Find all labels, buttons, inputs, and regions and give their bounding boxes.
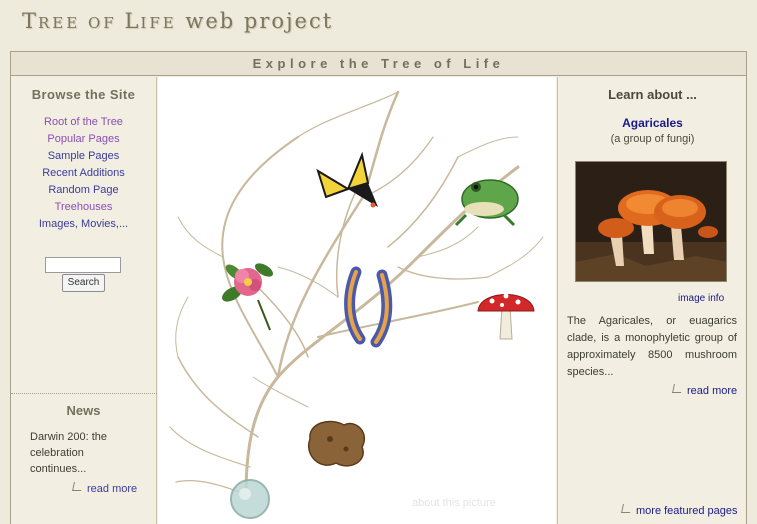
featured-read-more-label: read more	[687, 385, 738, 397]
nav-recent-additions[interactable]: Recent Additions	[42, 167, 125, 179]
site-title[interactable]: TREE OF LIFE web project	[22, 9, 333, 33]
more-featured-pages-label: more featured pages	[636, 505, 738, 517]
frog-icon[interactable]	[454, 179, 519, 227]
explore-bar: Explore the Tree of Life	[11, 52, 746, 76]
arrow-icon	[672, 384, 683, 393]
nav-images-movies[interactable]: Images, Movies,...	[39, 218, 128, 230]
learn-about-title: Learn about ...	[608, 87, 697, 102]
nav-treehouses[interactable]: Treehouses	[55, 201, 113, 213]
news-read-more-link[interactable]: read more	[72, 482, 138, 495]
tree-of-life-illustration[interactable]	[158, 77, 556, 524]
featured-group-subtitle: (a group of fungi)	[610, 133, 695, 145]
browse-nav: Root of the Tree Popular Pages Sample Pa…	[11, 114, 156, 233]
featured-group-link[interactable]: Agaricales	[558, 116, 747, 130]
search-input[interactable]	[45, 257, 121, 273]
arrow-icon	[72, 482, 83, 491]
cell-icon[interactable]	[230, 479, 270, 519]
title-part1: T	[22, 9, 39, 33]
title-part5: web project	[176, 9, 334, 33]
nav-sample-pages[interactable]: Sample Pages	[48, 150, 120, 162]
main-frame: Explore the Tree of Life Browse the Site…	[10, 51, 747, 524]
news-divider	[11, 393, 157, 394]
tree-of-life-panel[interactable]: about this picture	[158, 77, 556, 524]
sea-creature-icon[interactable]	[307, 420, 365, 467]
nav-popular-pages[interactable]: Popular Pages	[47, 133, 119, 145]
search-button[interactable]: Search	[62, 274, 105, 292]
image-info-link[interactable]: image info	[678, 293, 724, 304]
worm-icon[interactable]	[344, 266, 393, 348]
news-read-more-label: read more	[87, 483, 138, 495]
mushroom-icon[interactable]	[477, 293, 535, 340]
title-part4: IFE	[140, 14, 177, 32]
right-column: Learn about ... Agaricales (a group of f…	[557, 77, 747, 524]
news-title: News	[66, 403, 101, 418]
browse-title: Browse the Site	[31, 87, 136, 102]
arrow-icon	[621, 504, 632, 513]
featured-read-more-link[interactable]: read more	[672, 384, 738, 397]
about-picture-link[interactable]: about this picture	[412, 497, 496, 509]
news-text: Darwin 200: the celebration continues...	[30, 431, 108, 475]
nav-random-page[interactable]: Random Page	[48, 184, 118, 196]
left-column: Browse the Site Root of the Tree Popular…	[11, 77, 157, 524]
more-featured-pages-link[interactable]: more featured pages	[621, 504, 738, 517]
mushroom-photo-icon	[576, 162, 726, 281]
nav-root-of-tree[interactable]: Root of the Tree	[44, 116, 123, 128]
title-part3: L	[124, 9, 141, 33]
featured-photo[interactable]	[575, 161, 727, 282]
title-part2: REE OF	[38, 14, 125, 32]
featured-description: The Agaricales, or euagarics clade, is a…	[567, 315, 737, 378]
